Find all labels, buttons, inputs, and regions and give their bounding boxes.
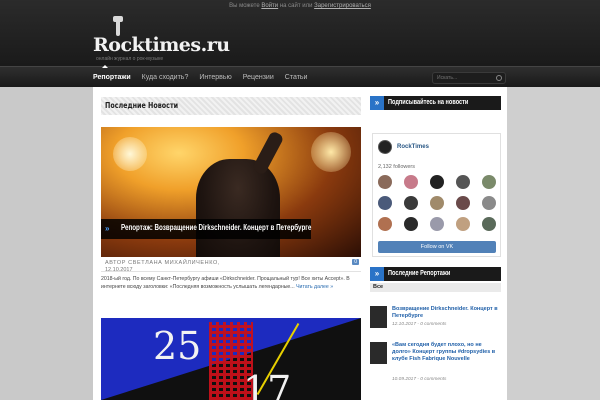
subscribe-header: » Подписывайтесь на новости [370, 96, 501, 110]
follower-avatar[interactable] [482, 217, 496, 231]
vk-follow-button[interactable]: Follow on VK [378, 241, 496, 253]
login-link[interactable]: Войти [261, 3, 278, 9]
follower-avatar[interactable] [404, 217, 418, 231]
section-header: Последние Новости [101, 97, 361, 115]
nav-menu: Репортажи Куда сходить? Интервью Рецензи… [93, 67, 318, 88]
report-date: 10.09.2017 - 0 comments [392, 377, 447, 382]
post-excerpt: 2018-ый год. По всему Санкт-Петербургу а… [101, 275, 363, 291]
poster-number: 17 [243, 368, 292, 400]
follower-avatar[interactable] [456, 175, 470, 189]
follower-avatar[interactable] [404, 196, 418, 210]
featured-title[interactable]: Репортаж: Возвращение Dirkschneider. Кон… [121, 223, 311, 232]
follower-avatar[interactable] [430, 175, 444, 189]
follower-avatar[interactable] [404, 175, 418, 189]
post-author: АВТОР СВЕТЛАНА МИХАЙЛИЧЕНКО, [105, 260, 220, 266]
search-input[interactable] [437, 74, 493, 82]
guitar-logo-icon [113, 16, 123, 36]
follower-avatar[interactable] [482, 196, 496, 210]
login-line: Вы можете Войти на сайт или Зарегистриро… [0, 3, 600, 9]
nav-item-where-to-go[interactable]: Куда сходить? [142, 74, 189, 81]
login-prefix: Вы можете [229, 3, 260, 9]
right-gutter [507, 87, 600, 400]
follower-avatar[interactable] [430, 217, 444, 231]
read-more-link[interactable]: Читать далее » [296, 284, 333, 290]
report-thumbnail[interactable] [370, 306, 387, 328]
main-nav: Репортажи Куда сходить? Интервью Рецензи… [0, 65, 600, 88]
post-date: 12.10.2017 [105, 267, 133, 273]
vk-group-avatar[interactable] [378, 140, 392, 154]
site-logo[interactable]: Rocktimes.ru [93, 34, 230, 56]
vk-widget: RockTimes 2,132 followers Follow on VK [372, 133, 501, 257]
stage-light [113, 137, 147, 171]
follower-avatar[interactable] [378, 175, 392, 189]
poster-number: 25 [153, 324, 202, 368]
search-icon[interactable] [496, 75, 502, 81]
search-box [432, 72, 506, 84]
double-arrow-icon: » [370, 96, 384, 110]
nav-item-articles[interactable]: Статьи [285, 74, 308, 81]
nav-item-reports[interactable]: Репортажи [93, 74, 131, 81]
second-post-image[interactable]: 25 17 [101, 318, 361, 400]
stage-light [311, 132, 351, 172]
post-meta: АВТОР СВЕТЛАНА МИХАЙЛИЧЕНКО, 12.10.2017 … [101, 258, 361, 273]
sidebar: » Подписывайтесь на новости RockTimes 2,… [367, 87, 507, 400]
singer-figure [196, 159, 280, 257]
follower-avatar[interactable] [456, 217, 470, 231]
vk-group-name[interactable]: RockTimes [397, 144, 429, 150]
login-middle: на сайт или [279, 3, 313, 9]
reports-tabbar: Все [370, 283, 501, 292]
subscribe-title: Подписывайтесь на новости [388, 99, 469, 106]
comment-count-badge[interactable]: 0 [352, 259, 359, 265]
report-title-link[interactable]: Возвращение Dirkschneider. Концерт в Пет… [392, 306, 500, 320]
tab-all[interactable]: Все [373, 284, 383, 290]
report-title-link[interactable]: «Вам сегодня будет плохо, но не долго» К… [392, 342, 500, 363]
site-header: Вы можете Войти на сайт или Зарегистриро… [0, 0, 600, 66]
vk-followers-count: 2,132 followers [378, 164, 415, 170]
main-content: Последние Новости » Репортаж: Возвращени… [93, 87, 367, 400]
nav-item-interviews[interactable]: Интервью [199, 74, 231, 81]
follower-avatar[interactable] [378, 217, 392, 231]
featured-image[interactable]: » Репортаж: Возвращение Dirkschneider. К… [101, 127, 361, 257]
nav-item-reviews[interactable]: Рецензии [243, 74, 274, 81]
featured-caption[interactable]: » Репортаж: Возвращение Dirkschneider. К… [101, 219, 311, 239]
section-title: Последние Новости [105, 101, 179, 110]
register-link[interactable]: Зарегистрироваться [314, 3, 371, 9]
reports-title: Последние Репортажи [388, 270, 451, 277]
follower-avatar[interactable] [378, 196, 392, 210]
reports-header: » Последние Репортажи [370, 267, 501, 281]
follower-avatar[interactable] [456, 196, 470, 210]
double-arrow-icon: » [105, 224, 110, 233]
site-tagline: онлайн журнал о рок-музыке [96, 56, 164, 62]
report-thumbnail[interactable] [370, 342, 387, 364]
double-arrow-icon: » [370, 267, 384, 281]
follower-avatar[interactable] [430, 196, 444, 210]
report-date: 12.10.2017 - 0 comments [392, 322, 447, 327]
follower-avatar[interactable] [482, 175, 496, 189]
